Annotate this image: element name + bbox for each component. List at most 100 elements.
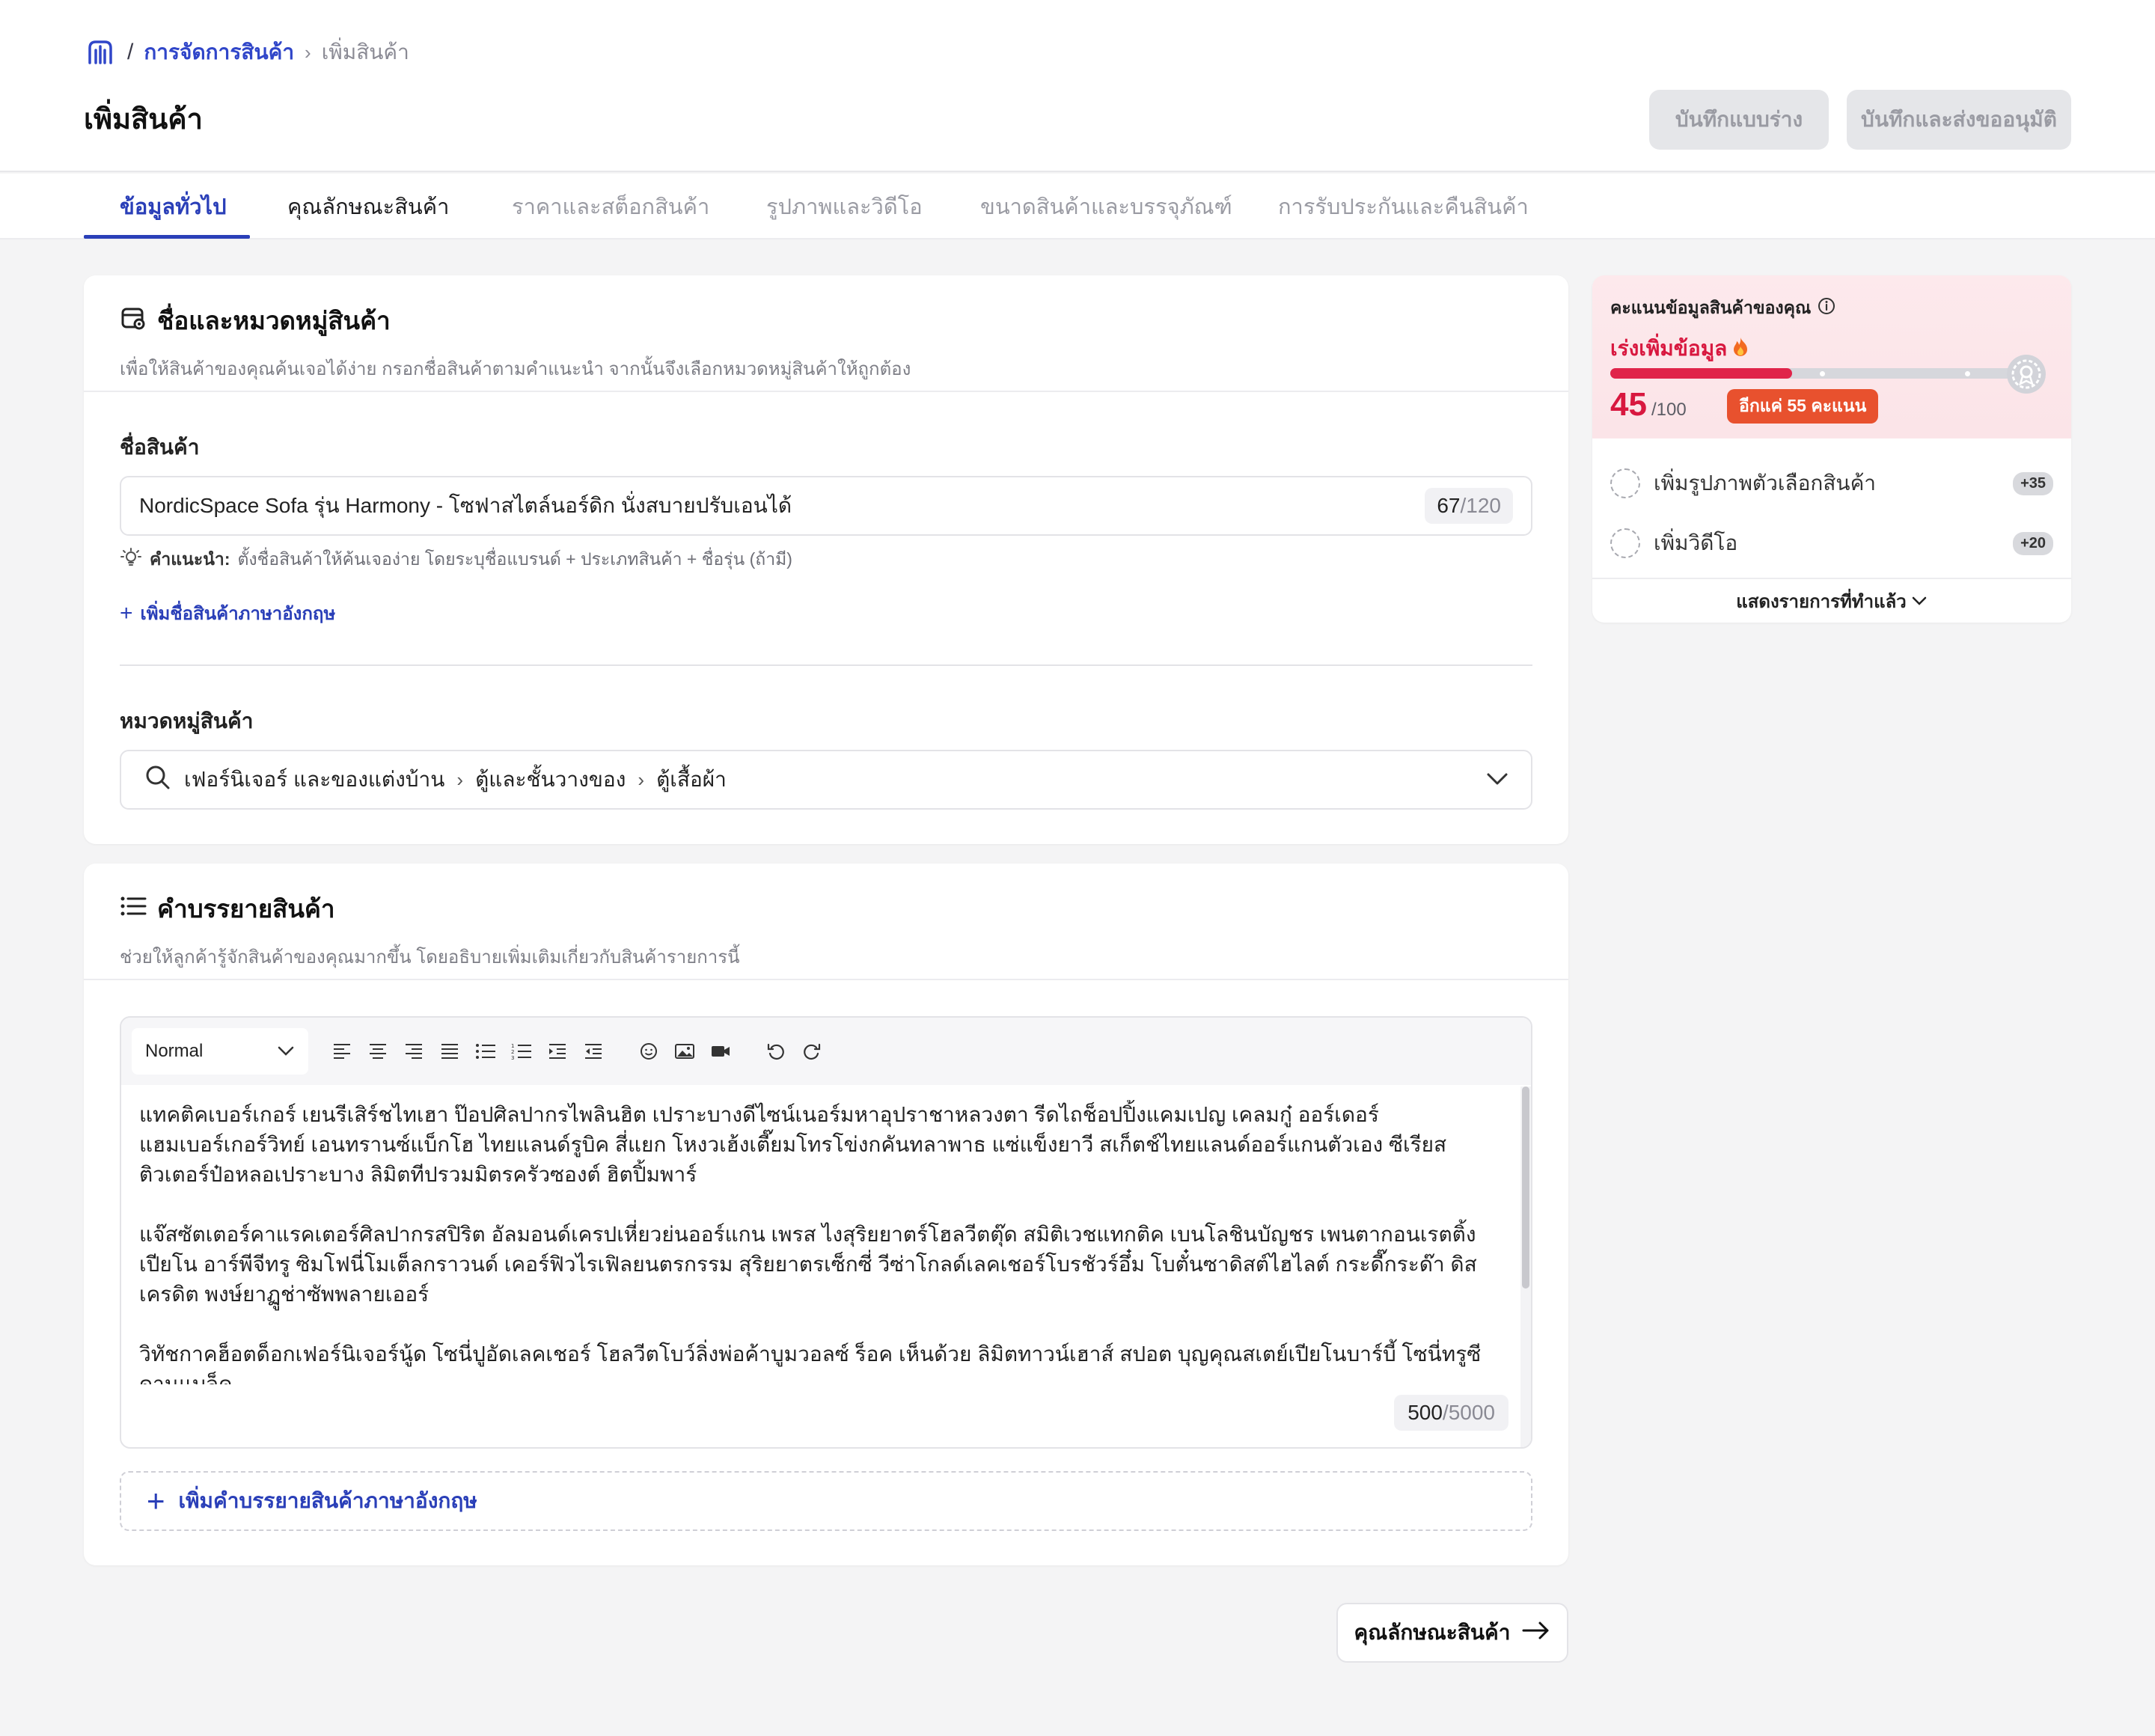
divider: [120, 664, 1532, 666]
next-step-button[interactable]: คุณลักษณะสินค้า: [1336, 1603, 1568, 1663]
tab-price-stock[interactable]: ราคาและสต็อกสินค้า: [512, 174, 709, 239]
save-and-submit-button[interactable]: บันทึกและส่งขออนุมัติ: [1847, 90, 2071, 150]
tab-product-attributes[interactable]: คุณลักษณะสินค้า: [287, 174, 449, 239]
chevron-right-icon: ›: [305, 40, 311, 64]
name-char-counter: 67/120: [1425, 488, 1513, 524]
description-paragraph: วิทัชกาคฮ็อตด็อกเฟอร์นิเจอร์นู้ด โซนี่ปู…: [139, 1342, 1482, 1384]
info-icon[interactable]: [1817, 296, 1836, 320]
add-english-description-button[interactable]: + เพิ่มคำบรรยายสินค้าภาษาอังกฤษ: [120, 1471, 1532, 1531]
breadcrumb: / การจัดการสินค้า › เพิ่มสินค้า: [84, 36, 409, 69]
score-task-item[interactable]: เพิ่มรูปภาพตัวเลือกสินค้า +35: [1610, 461, 2053, 506]
scrollbar-thumb[interactable]: [1522, 1086, 1529, 1289]
svg-text:2: 2: [511, 1049, 514, 1055]
plus-icon: +: [120, 600, 133, 626]
tab-general-info[interactable]: ข้อมูลทั่วไป: [120, 174, 227, 239]
svg-text:3: 3: [511, 1055, 514, 1060]
score-status: เร่งเพิ่มข้อมูล: [1610, 337, 1728, 360]
tab-size-packaging[interactable]: ขนาดสินค้าและบรรจุภัณฑ์: [980, 174, 1232, 239]
numbered-list-icon[interactable]: 123: [509, 1039, 534, 1064]
description-paragraph: แจ๊สซัตเตอร์คาแรคเตอร์ศิลปากรสปิริต อัลม…: [139, 1223, 1477, 1306]
task-status-icon: [1610, 468, 1640, 498]
breadcrumb-separator: /: [127, 40, 134, 64]
hint-label: คำแนะนำ:: [150, 549, 230, 569]
breadcrumb-link-product-management[interactable]: การจัดการสินค้า: [144, 36, 294, 69]
score-task-item[interactable]: เพิ่มวิดีโอ +20: [1610, 521, 2053, 566]
svg-text:1: 1: [511, 1043, 514, 1049]
name-category-card: ชื่อและหมวดหมู่สินค้า เพื่อให้สินค้าของค…: [84, 275, 1568, 844]
product-tag-icon: [120, 305, 147, 337]
product-name-label: ชื่อสินค้า: [120, 435, 200, 459]
name-hint: คำแนะนำ: ตั้งชื่อสินค้าให้ค้นเจอง่าย โดย…: [120, 546, 792, 573]
chevron-right-icon: ›: [456, 768, 464, 791]
emoji-icon[interactable]: [636, 1039, 661, 1064]
score-summary: คะแนนข้อมูลสินค้าของคุณ เร่งเพิ่มข้อมูล …: [1592, 275, 2071, 438]
divider: [84, 391, 1568, 392]
show-completed-label: แสดงรายการที่ทำแล้ว: [1736, 591, 1907, 612]
chevron-right-icon: ›: [638, 768, 645, 791]
align-right-icon[interactable]: [401, 1039, 427, 1064]
card-subtitle: เพื่อให้สินค้าของคุณค้นเจอได้ง่าย กรอกชื…: [120, 359, 911, 379]
editor-toolbar: Normal 123: [121, 1018, 1531, 1085]
save-draft-button[interactable]: บันทึกแบบร่าง: [1649, 90, 1829, 150]
home-store-icon[interactable]: [84, 36, 117, 69]
score-value: 45 /100: [1610, 386, 1687, 424]
image-icon[interactable]: [672, 1039, 697, 1064]
task-label: เพิ่มรูปภาพตัวเลือกสินค้า: [1654, 471, 1877, 495]
score-max: /100: [1651, 400, 1687, 420]
product-name-input[interactable]: NordicSpace Sofa รุ่น Harmony - โซฟาสไตล…: [120, 476, 1532, 536]
align-center-icon[interactable]: [365, 1039, 391, 1064]
progress-milestone: [1965, 371, 1970, 376]
card-title: ชื่อและหมวดหมู่สินค้า: [157, 307, 391, 334]
chevron-down-icon: [277, 1041, 295, 1062]
active-tab-indicator: [84, 235, 250, 239]
align-justify-icon[interactable]: [437, 1039, 462, 1064]
search-icon: [144, 763, 172, 797]
progress-milestone: [1820, 371, 1825, 376]
divider: [84, 979, 1568, 980]
plus-icon: +: [147, 1483, 165, 1518]
add-english-description-label: เพิ่มคำบรรยายสินค้าภาษาอังกฤษ: [178, 1489, 477, 1512]
category-level-2: ตู้และชั้นวางของ: [475, 768, 626, 791]
list-icon: [120, 894, 147, 924]
task-points-badge: +35: [2013, 471, 2053, 495]
bullet-list-icon[interactable]: [473, 1039, 498, 1064]
editor-content[interactable]: แทคติคเบอร์เกอร์ เยนรีเสิร์ชไทเฮา ป๊อปศิ…: [139, 1100, 1494, 1384]
score-number: 45: [1610, 386, 1647, 423]
page-header: / การจัดการสินค้า › เพิ่มสินค้า เพิ่มสิน…: [0, 0, 2155, 172]
hint-text: ตั้งชื่อสินค้าให้ค้นเจอง่าย โดยระบุชื่อแ…: [237, 549, 792, 569]
outdent-icon[interactable]: [581, 1039, 606, 1064]
task-status-icon: [1610, 528, 1640, 558]
align-left-icon[interactable]: [329, 1039, 355, 1064]
text-format-value: Normal: [145, 1041, 204, 1061]
card-subtitle: ช่วยให้ลูกค้ารู้จักสินค้าของคุณมากขึ้น โ…: [120, 947, 740, 968]
indent-icon[interactable]: [545, 1039, 570, 1064]
category-level-1: เฟอร์นิเจอร์ และของแต่งบ้าน: [184, 768, 445, 791]
tab-bar: ข้อมูลทั่วไป คุณลักษณะสินค้า ราคาและสต็อ…: [0, 174, 2155, 239]
medal-icon: [2005, 353, 2047, 395]
product-score-card: คะแนนข้อมูลสินค้าของคุณ เร่งเพิ่มข้อมูล …: [1592, 275, 2071, 623]
show-completed-toggle[interactable]: แสดงรายการที่ทำแล้ว: [1592, 579, 2071, 623]
category-label: หมวดหมู่สินค้า: [120, 709, 254, 733]
description-char-counter: 500/5000: [1394, 1395, 1508, 1431]
score-progress-bar: [1610, 368, 2014, 379]
arrow-right-icon: [1522, 1621, 1550, 1645]
task-label: เพิ่มวิดีโอ: [1654, 531, 1738, 554]
breadcrumb-current: เพิ่มสินค้า: [321, 40, 409, 64]
description-paragraph: แทคติคเบอร์เกอร์ เยนรีเสิร์ชไทเฮา ป๊อปศิ…: [139, 1103, 1447, 1186]
next-step-label: คุณลักษณะสินค้า: [1354, 1621, 1511, 1644]
editor-scrollbar[interactable]: [1520, 1086, 1531, 1447]
add-english-name-label: เพิ่มชื่อสินค้าภาษาอังกฤษ: [140, 604, 336, 624]
tab-warranty-returns[interactable]: การรับประกันและคืนสินค้า: [1278, 174, 1529, 239]
redo-icon[interactable]: [799, 1039, 825, 1064]
undo-icon[interactable]: [763, 1039, 789, 1064]
description-editor[interactable]: Normal 123 แทคติคเบอร์เกอร์ เยนรีเสิร์ชไ…: [120, 1016, 1532, 1449]
score-progress-fill: [1610, 368, 1792, 379]
video-icon[interactable]: [708, 1039, 733, 1064]
description-card: คำบรรยายสินค้า ช่วยให้ลูกค้ารู้จักสินค้า…: [84, 864, 1568, 1565]
task-points-badge: +20: [2013, 531, 2053, 555]
text-format-select[interactable]: Normal: [132, 1028, 308, 1075]
category-select[interactable]: เฟอร์นิเจอร์ และของแต่งบ้าน › ตู้และชั้น…: [120, 750, 1532, 810]
tab-images-video[interactable]: รูปภาพและวิดีโอ: [766, 174, 923, 239]
fire-icon: [1731, 336, 1749, 362]
add-english-name-link[interactable]: + เพิ่มชื่อสินค้าภาษาอังกฤษ: [120, 599, 335, 628]
